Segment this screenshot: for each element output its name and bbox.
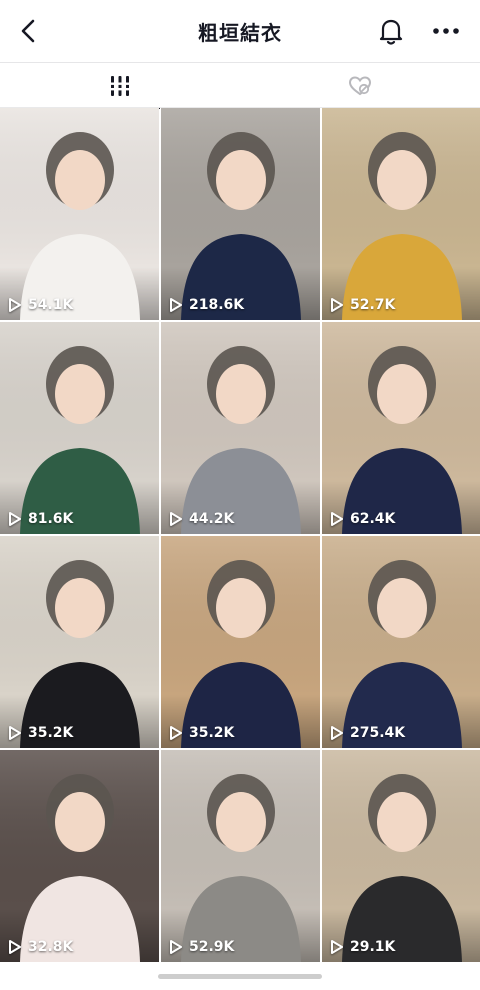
video-thumbnail[interactable]: 52.7K <box>322 108 480 320</box>
view-count-label: 62.4K <box>350 511 396 527</box>
view-count-label: 32.8K <box>28 939 74 955</box>
video-thumbnail[interactable]: 275.4K <box>322 536 480 748</box>
thumbnail-image <box>161 750 320 962</box>
view-count-label: 52.9K <box>189 939 235 955</box>
grid-videos-icon <box>109 76 131 96</box>
video-thumbnail[interactable]: 218.6K <box>161 108 320 320</box>
view-count: 35.2K <box>8 725 73 741</box>
view-count: 81.6K <box>8 511 73 527</box>
thumbnail-image <box>161 536 320 748</box>
view-count-label: 29.1K <box>350 939 396 955</box>
play-icon <box>331 512 343 526</box>
play-icon <box>170 298 182 312</box>
view-count: 35.2K <box>169 725 234 741</box>
video-thumbnail[interactable]: 44.2K <box>161 322 320 534</box>
view-count: 52.7K <box>330 297 395 313</box>
thumbnail-image <box>161 322 320 534</box>
view-count-label: 54.1K <box>28 297 74 313</box>
thumbnail-image <box>161 108 320 320</box>
view-count-label: 218.6K <box>189 297 245 313</box>
thumbnail-image <box>0 750 159 962</box>
profile-tabs <box>0 62 480 109</box>
more-dots-icon[interactable] <box>428 14 464 48</box>
video-thumbnail[interactable]: 32.8K <box>0 750 159 962</box>
view-count: 29.1K <box>330 939 395 955</box>
view-count: 218.6K <box>169 297 244 313</box>
view-count: 62.4K <box>330 511 395 527</box>
play-icon <box>331 940 343 954</box>
view-count: 275.4K <box>330 725 405 741</box>
play-icon <box>9 298 21 312</box>
thumbnail-image <box>322 322 480 534</box>
view-count: 32.8K <box>8 939 73 955</box>
view-count: 44.2K <box>169 511 234 527</box>
play-icon <box>9 726 21 740</box>
thumbnail-image <box>0 108 159 320</box>
view-count-label: 35.2K <box>28 725 74 741</box>
thumbnail-image <box>0 322 159 534</box>
home-indicator <box>158 974 322 979</box>
tab-liked[interactable] <box>240 63 480 109</box>
video-thumbnail[interactable]: 35.2K <box>161 536 320 748</box>
view-count-label: 275.4K <box>350 725 406 741</box>
video-thumbnail[interactable]: 29.1K <box>322 750 480 962</box>
thumbnail-image <box>322 536 480 748</box>
video-thumbnail[interactable]: 54.1K <box>0 108 159 320</box>
play-icon <box>170 726 182 740</box>
video-thumbnail[interactable]: 35.2K <box>0 536 159 748</box>
view-count-label: 81.6K <box>28 511 74 527</box>
thumbnail-image <box>0 536 159 748</box>
view-count-label: 35.2K <box>189 725 235 741</box>
profile-title: 粗垣結衣 <box>198 21 282 45</box>
thumbnail-image <box>322 750 480 962</box>
play-icon <box>331 298 343 312</box>
view-count: 52.9K <box>169 939 234 955</box>
video-thumbnail[interactable]: 52.9K <box>161 750 320 962</box>
tab-videos[interactable] <box>0 63 240 109</box>
play-icon <box>9 940 21 954</box>
video-grid: 54.1K 218.6K 52.7K 81.6K 44.2K 62.4K 35.2K 35.2… <box>0 108 480 990</box>
video-thumbnail[interactable]: 81.6K <box>0 322 159 534</box>
top-bar: 粗垣結衣 <box>0 0 480 62</box>
thumbnail-image <box>322 108 480 320</box>
play-icon <box>170 512 182 526</box>
view-count-label: 52.7K <box>350 297 396 313</box>
bell-icon[interactable] <box>374 14 408 48</box>
view-count-label: 44.2K <box>189 511 235 527</box>
liked-heart-icon <box>348 76 372 96</box>
play-icon <box>9 512 21 526</box>
video-thumbnail[interactable]: 62.4K <box>322 322 480 534</box>
view-count: 54.1K <box>8 297 73 313</box>
play-icon <box>331 726 343 740</box>
play-icon <box>170 940 182 954</box>
